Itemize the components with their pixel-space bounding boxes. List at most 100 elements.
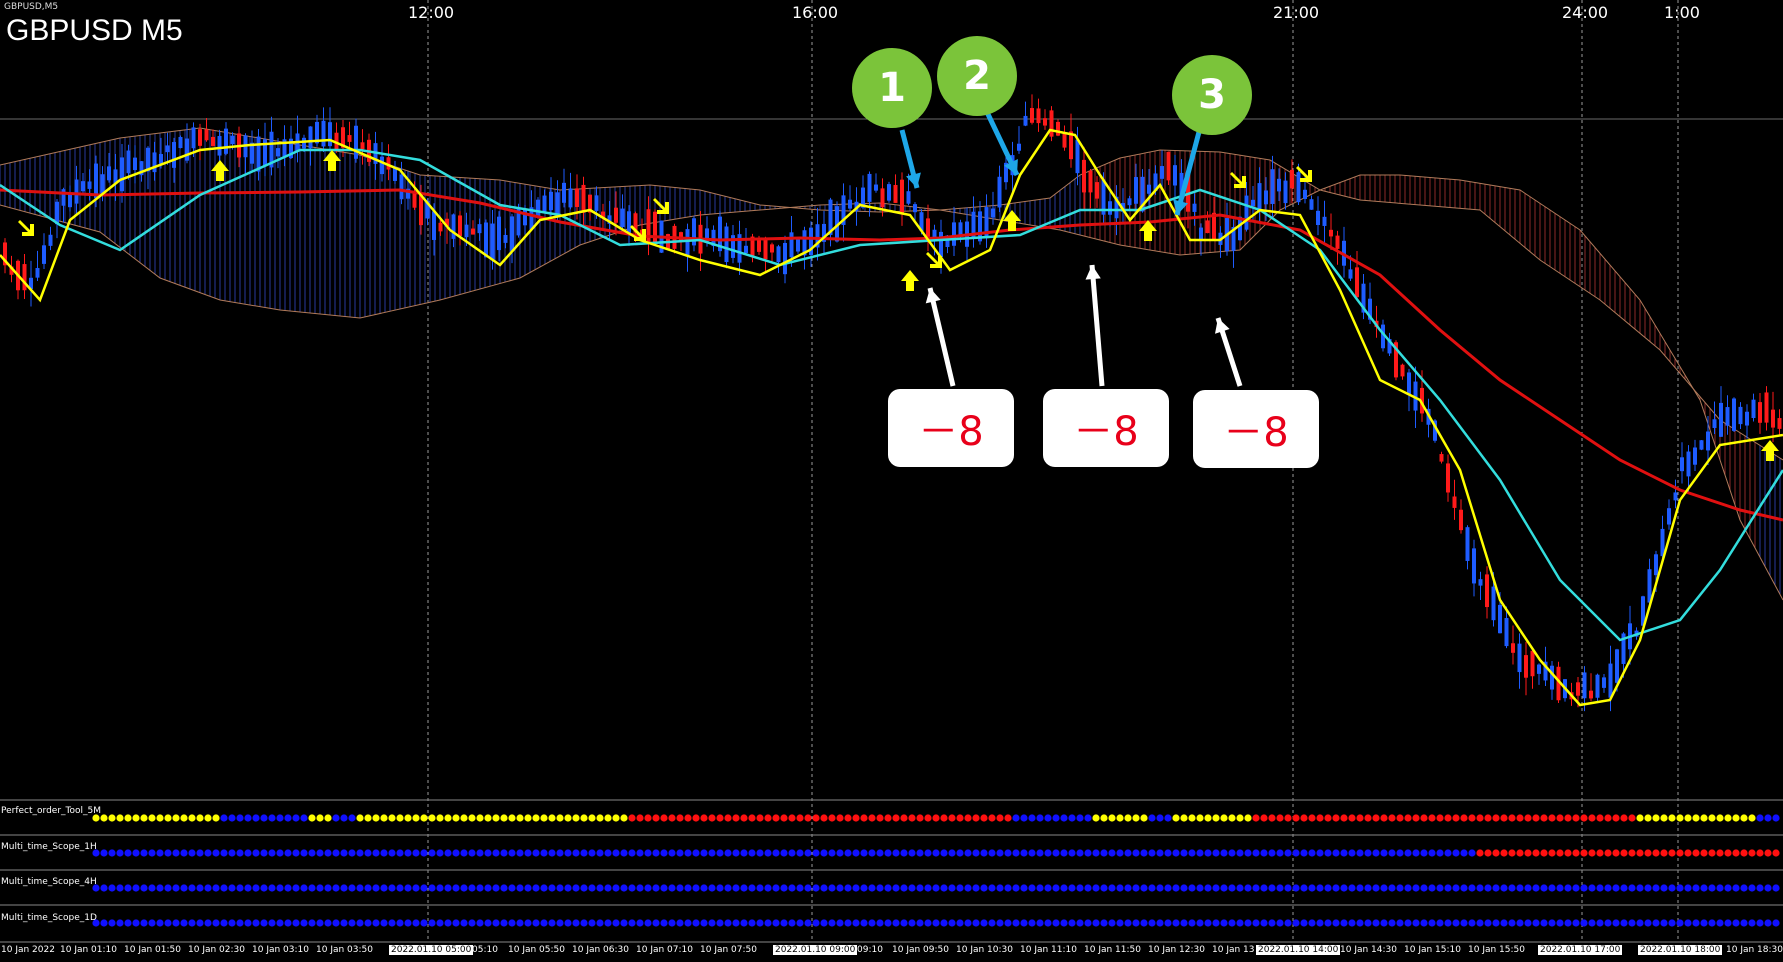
scope-1d-dot (812, 919, 820, 927)
scope-1h-dot (1220, 849, 1228, 857)
scope-1h-dot (572, 849, 580, 857)
time-label-1200: 12:00 (408, 3, 455, 22)
scope-1h-dot (916, 849, 924, 857)
perfect-order-dot (580, 814, 588, 822)
scope-4h-dot (1076, 884, 1084, 892)
candle-body (1595, 674, 1600, 698)
perfect-order-dot (548, 814, 556, 822)
scope-1h-dot (1748, 849, 1756, 857)
scope-1d-dot (1508, 919, 1516, 927)
scope-4h-dot (1116, 884, 1124, 892)
scope-4h-dot (1492, 884, 1500, 892)
scope-1h-dot (884, 849, 892, 857)
scope-4h-dot (340, 884, 348, 892)
scope-1h-dot (524, 849, 532, 857)
scope-1d-dot (1156, 919, 1164, 927)
scope-1d-dot (1572, 919, 1580, 927)
scope-1h-dot (748, 849, 756, 857)
perfect-order-dot (1108, 814, 1116, 822)
scope-1h-dot (1204, 849, 1212, 857)
scope-1h-dot (1020, 849, 1028, 857)
scope-1h-dot (764, 849, 772, 857)
scope-4h-dot (1284, 884, 1292, 892)
down-right-arrow-icon (630, 225, 646, 241)
date-label-highlight: 2022.01.10 09:00 (773, 945, 858, 955)
scope-4h-dot (524, 884, 532, 892)
candle-body (211, 136, 215, 147)
candle-body (887, 184, 891, 201)
scope-4h-dot (1108, 884, 1116, 892)
scope-4h-dot (188, 884, 196, 892)
date-label: 10 Jan 07:10 (636, 945, 693, 955)
scope-1d-dot (732, 919, 740, 927)
price-chart[interactable] (0, 0, 1783, 962)
scope-1h-dot (1356, 849, 1364, 857)
candle-body (1244, 195, 1249, 230)
scope-4h-dot (1044, 884, 1052, 892)
candle-body (230, 135, 235, 145)
scope-1d-dot (180, 919, 188, 927)
scope-1h-dot (324, 849, 332, 857)
date-label: 10 Jan 03:50 (316, 945, 373, 955)
scope-4h-dot (1388, 884, 1396, 892)
scope-1h-dot (1164, 849, 1172, 857)
scope-1h-dot (1228, 849, 1236, 857)
perfect-order-dot (220, 814, 228, 822)
scope-1d-dot (452, 919, 460, 927)
scope-1h-dot (1364, 849, 1372, 857)
scope-4h-dot (1268, 884, 1276, 892)
perfect-order-dot (532, 814, 540, 822)
scope-1h-dot (1524, 849, 1532, 857)
chart-window[interactable]: GBPUSD,M5 GBPUSD M5 12:00 16:00 21:00 24… (0, 0, 1783, 962)
candle-body (874, 184, 878, 191)
scope-1d-dot (436, 919, 444, 927)
scope-1h-dot (932, 849, 940, 857)
scope-1d-dot (276, 919, 284, 927)
subwindow-label-4h: Multi_time_Scope_4H (1, 877, 97, 887)
scope-1d-dot (1532, 919, 1540, 927)
perfect-order-dot (1716, 814, 1724, 822)
scope-4h-dot (100, 884, 108, 892)
perfect-order-dot (1436, 814, 1444, 822)
scope-1d-dot (156, 919, 164, 927)
scope-1d-dot (1172, 919, 1180, 927)
perfect-order-dot (1172, 814, 1180, 822)
scope-1d-dot (1100, 919, 1108, 927)
scope-4h-dot (276, 884, 284, 892)
scope-4h-dot (1036, 884, 1044, 892)
perfect-order-dot (1292, 814, 1300, 822)
perfect-order-dot (1732, 814, 1740, 822)
scope-1d-dot (908, 919, 916, 927)
candle-body (1043, 118, 1047, 126)
candle-body (1615, 649, 1619, 683)
scope-1d-dot (676, 919, 684, 927)
scope-4h-dot (804, 884, 812, 892)
candle-body (562, 182, 566, 203)
candle-body (1283, 180, 1288, 204)
perfect-order-dot (236, 814, 244, 822)
scope-1d-dot (540, 919, 548, 927)
scope-1d-dot (1028, 919, 1036, 927)
candle-body (354, 125, 358, 159)
scope-1h-dot (1508, 849, 1516, 857)
perfect-order-dot (172, 814, 180, 822)
scope-1d-dot (1188, 919, 1196, 927)
scope-1h-dot (1620, 849, 1628, 857)
scope-1d-dot (1580, 919, 1588, 927)
scope-1h-dot (1484, 849, 1492, 857)
scope-1h-dot (348, 849, 356, 857)
candle-body (100, 174, 105, 194)
scope-4h-dot (452, 884, 460, 892)
perfect-order-dot (964, 814, 972, 822)
perfect-order-dot (1484, 814, 1492, 822)
scope-4h-dot (1764, 884, 1772, 892)
candle-body (1751, 399, 1756, 418)
loss-2-pointer-head (1085, 265, 1101, 280)
scope-1h-dot (620, 849, 628, 857)
scope-1d-dot (1268, 919, 1276, 927)
perfect-order-dot (1596, 814, 1604, 822)
scope-1h-dot (164, 849, 172, 857)
perfect-order-dot (980, 814, 988, 822)
perfect-order-dot (252, 814, 260, 822)
scope-1d-dot (828, 919, 836, 927)
